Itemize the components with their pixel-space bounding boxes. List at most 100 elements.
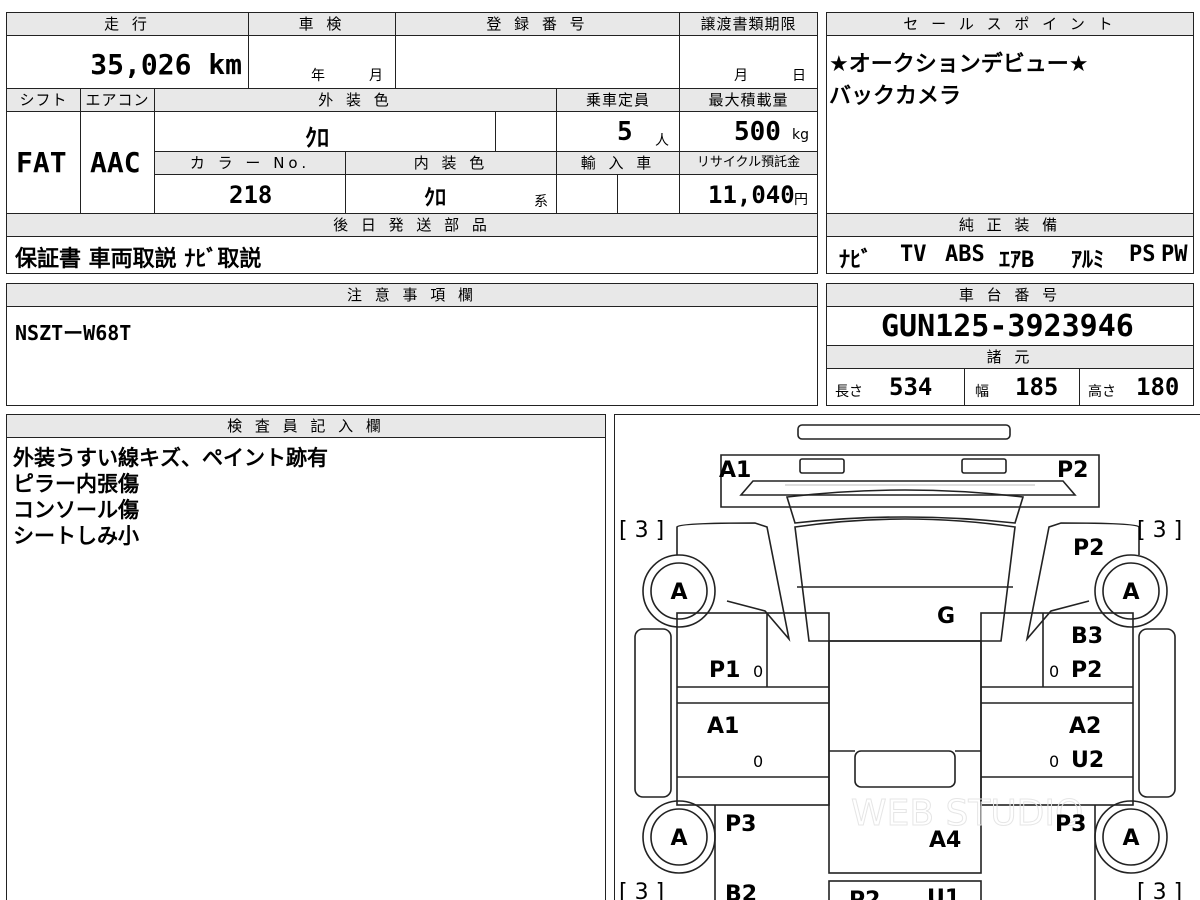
later-parts-value: 保証書 車両取説 ﾅﾋﾞ取説 <box>15 247 262 272</box>
notes-cell: NSZTーW68T <box>6 306 818 406</box>
exterior-color-cell: ｸﾛ <box>154 111 496 152</box>
shift-value: FAT <box>16 146 67 179</box>
aircon-header: エアコン <box>80 88 155 112</box>
zero-rl-door: 0 <box>753 752 763 771</box>
spec-height-cell: 高さ 180 <box>1079 368 1194 406</box>
spec-width-value: 185 <box>1015 373 1059 401</box>
inspector-header: 検 査 員 記 入 欄 <box>6 414 606 438</box>
registration-header: 登 録 番 号 <box>395 12 680 36</box>
transfer-month-unit: 月 <box>734 68 748 84</box>
transfer-deadline-cell: 月 日 <box>679 35 818 89</box>
tire-label-rl: A <box>670 826 687 851</box>
code-front-left: A1 <box>719 458 751 483</box>
max-load-header: 最大積載量 <box>679 88 818 112</box>
inspection-cell: 年 月 <box>248 35 396 89</box>
shift-header: シフト <box>6 88 81 112</box>
bracket-rl: [ 3 ] <box>619 880 664 900</box>
capacity-unit: 人 <box>655 133 669 149</box>
spec-height-value: 180 <box>1136 373 1180 401</box>
spec-length-value: 534 <box>889 373 933 401</box>
inspection-year-unit: 年 <box>311 68 325 84</box>
import-cell-1 <box>556 174 618 214</box>
tire-label-rr: A <box>1122 826 1139 851</box>
capacity-cell: 5 人 <box>556 111 680 152</box>
chassis-header: 車 台 番 号 <box>826 283 1194 307</box>
color-no-header: カ ラ ー No. <box>154 151 346 175</box>
bracket-fl: [ 3 ] <box>619 518 664 543</box>
equipment-airbag: ｴｱB <box>999 248 1035 273</box>
recycle-fee-header: リサイクル預託金 <box>679 151 818 175</box>
transfer-deadline-header: 譲渡書類期限 <box>679 12 818 36</box>
equipment-header: 純 正 装 備 <box>826 213 1194 237</box>
exterior-color-value: ｸﾛ <box>305 124 329 152</box>
spec-length-label: 長さ <box>835 384 863 400</box>
equipment-tv: TV <box>900 242 927 267</box>
code-rear-left: P3 <box>725 812 756 837</box>
mileage-value: 35,026 km <box>90 48 242 81</box>
code-bottom-mid: P2 <box>849 888 880 900</box>
code-bottom-mid2: U1 <box>927 886 960 900</box>
code-bottom-left: B2 <box>725 882 757 900</box>
code-rl-door: A1 <box>707 714 739 739</box>
interior-color-suffix: 系 <box>534 194 548 210</box>
spec-length-cell: 長さ 534 <box>826 368 965 406</box>
watermark-text: WEB STUDIO <box>851 793 1083 834</box>
bracket-fr: [ 3 ] <box>1137 518 1182 543</box>
chassis-value: GUN125-3923946 <box>881 309 1134 344</box>
later-parts-cell: 保証書 車両取説 ﾅﾋﾞ取説 <box>6 236 818 274</box>
recycle-fee-value: 11,040 <box>708 181 795 209</box>
recycle-fee-unit: 円 <box>794 192 808 208</box>
registration-cell <box>395 35 680 89</box>
specs-header: 諸 元 <box>826 345 1194 369</box>
equipment-ps: PS <box>1129 242 1156 267</box>
spec-height-label: 高さ <box>1088 384 1116 400</box>
car-condition-diagram: WEB STUDIO A A A A [ 3 ] [ 3 ] [ 3 ] [ 3… <box>614 414 1200 900</box>
tire-label-fr: A <box>1122 580 1139 605</box>
color-no-cell: 218 <box>154 174 346 214</box>
recycle-fee-cell: 11,040 円 <box>679 174 818 214</box>
inspector-line-4: シートしみ小 <box>13 524 139 548</box>
exterior-color-extra-cell <box>495 111 557 152</box>
code-fr-door-top: B3 <box>1071 624 1103 649</box>
car-diagram-svg: WEB STUDIO A A A A [ 3 ] [ 3 ] [ 3 ] [ 3… <box>619 424 1182 900</box>
equipment-abs: ABS <box>945 242 985 267</box>
tire-label-fl: A <box>670 580 687 605</box>
code-rr-door: U2 <box>1071 748 1104 773</box>
code-rr-door-top: A2 <box>1069 714 1101 739</box>
inspector-cell: 外装うすい線キズ、ペイント跡有 ピラー内張傷 コンソール傷 シートしみ小 <box>6 437 606 900</box>
interior-color-header: 内 装 色 <box>345 151 557 175</box>
code-fr-door: P2 <box>1071 658 1102 683</box>
zero-fl-door: 0 <box>753 662 763 681</box>
capacity-header: 乗車定員 <box>556 88 680 112</box>
code-roof: A4 <box>929 828 961 853</box>
max-load-unit: kg <box>792 127 809 143</box>
chassis-cell: GUN125-3923946 <box>826 306 1194 346</box>
inspection-month-unit: 月 <box>369 68 383 84</box>
notes-header: 注 意 事 項 欄 <box>6 283 818 307</box>
capacity-value: 5 <box>617 117 633 147</box>
sales-points-header: セ ー ル ス ポ イ ン ト <box>826 12 1194 36</box>
color-no-value: 218 <box>229 181 273 209</box>
import-header: 輸 入 車 <box>556 151 680 175</box>
mileage-header: 走 行 <box>6 12 249 36</box>
code-rear-right: P3 <box>1055 812 1086 837</box>
notes-value: NSZTーW68T <box>15 321 132 345</box>
equipment-cell: ﾅﾋﾞ TV ABS ｴｱB ｱﾙﾐ PS PW <box>826 236 1194 274</box>
transfer-day-unit: 日 <box>792 68 806 84</box>
sales-point-line-2: バックカメラ <box>829 84 962 109</box>
shift-cell: FAT <box>6 111 81 214</box>
spec-width-cell: 幅 185 <box>964 368 1080 406</box>
zero-fr-door: 0 <box>1049 662 1059 681</box>
zero-rr-door: 0 <box>1049 752 1059 771</box>
interior-color-cell: ｸﾛ 系 <box>345 174 557 214</box>
exterior-color-header: 外 装 色 <box>154 88 557 112</box>
import-cell-2 <box>617 174 680 214</box>
equipment-pw: PW <box>1161 242 1188 267</box>
sales-points-cell: ★オークションデビュー★ バックカメラ <box>826 35 1194 214</box>
mileage-cell: 35,026 km <box>6 35 249 89</box>
later-parts-header: 後 日 発 送 部 品 <box>6 213 818 237</box>
max-load-value: 500 <box>734 117 781 147</box>
sales-point-line-1: ★オークションデビュー★ <box>829 52 1089 77</box>
aircon-value: AAC <box>90 146 141 179</box>
interior-color-value: ｸﾛ <box>424 186 447 211</box>
